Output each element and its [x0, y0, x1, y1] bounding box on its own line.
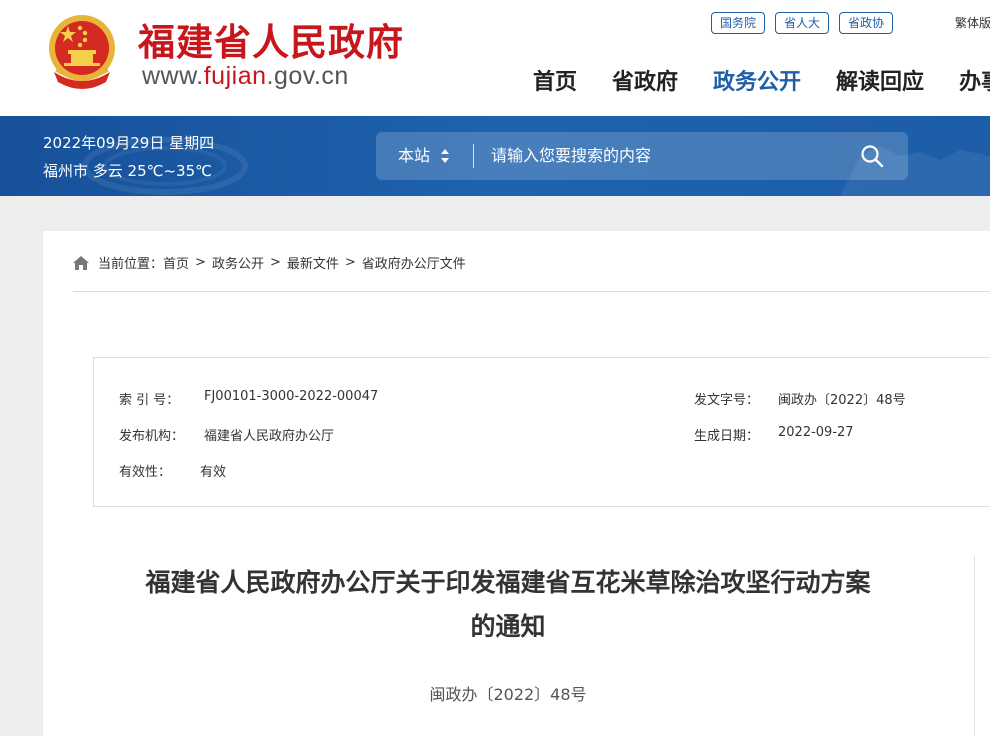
- document-info-card: 索 引 号： FJ00101-3000-2022-00047 发文字号： 闽政办…: [93, 357, 990, 507]
- index-number-value: FJ00101-3000-2022-00047: [204, 389, 379, 404]
- content-divider: [974, 556, 975, 736]
- issuer-value: 福建省人民政府办公厅: [204, 429, 335, 444]
- document-number-label: 发文字号：: [694, 393, 760, 408]
- index-number-label: 索 引 号：: [119, 393, 180, 408]
- breadcrumb-item-home[interactable]: 首页: [163, 253, 189, 272]
- breadcrumb-separator: >: [195, 255, 206, 270]
- top-link-cppcc[interactable]: 省政协: [839, 12, 894, 34]
- nav-interpretation[interactable]: 解读回应: [836, 64, 924, 96]
- document-number: 闽政办〔2022〕48号: [429, 685, 587, 704]
- url-suffix: .gov.cn: [266, 62, 349, 90]
- search-input[interactable]: 请输入您要搜索的内容: [491, 132, 851, 180]
- validity-value: 有效: [200, 465, 227, 480]
- national-emblem-icon[interactable]: [44, 12, 120, 92]
- search-scope-select[interactable]: 本站: [398, 132, 430, 180]
- home-icon: [73, 255, 89, 270]
- top-link-provincial-congress[interactable]: 省人大: [775, 12, 830, 34]
- search-icon[interactable]: [860, 144, 884, 168]
- top-link-state-council[interactable]: 国务院: [711, 12, 766, 34]
- validity-label: 有效性：: [119, 465, 172, 480]
- nav-home[interactable]: 首页: [533, 64, 577, 96]
- created-date-value: 2022-09-27: [778, 425, 854, 440]
- sort-arrows-icon[interactable]: [440, 148, 450, 164]
- top-links: 国务院 省人大 省政协: [711, 12, 894, 34]
- nav-government-affairs[interactable]: 政务公开: [713, 64, 801, 96]
- breadcrumb-divider: [73, 291, 990, 292]
- nav-services[interactable]: 办事服务: [959, 64, 990, 96]
- weather-info: 福州市 多云 25℃~35℃: [43, 162, 212, 180]
- current-date: 2022年09月29日 星期四: [43, 134, 215, 152]
- traditional-chinese-link[interactable]: 繁体版: [955, 14, 990, 31]
- breadcrumb-separator: >: [269, 255, 281, 270]
- breadcrumb-item-office-documents[interactable]: 省政府办公厅文件: [362, 253, 466, 272]
- site-header: 福建省人民政府 www.fujian.gov.cn 国务院 省人大 省政协 繁体…: [0, 0, 990, 116]
- breadcrumb-prefix: 当前位置：: [98, 257, 164, 272]
- document-title-line-1: 福建省人民政府办公厅关于印发福建省互花米草除治攻坚行动方案: [145, 568, 871, 597]
- breadcrumb-item-government-affairs[interactable]: 政务公开: [212, 253, 264, 272]
- document-number-value: 闽政办〔2022〕48号: [778, 393, 906, 408]
- breadcrumb-separator: >: [344, 255, 356, 270]
- site-url[interactable]: www.fujian.gov.cn: [142, 62, 349, 91]
- document-title-line-2: 的通知: [470, 612, 546, 641]
- site-name[interactable]: 福建省人民政府: [138, 12, 404, 66]
- breadcrumb: 当前位置： 首页 > 政务公开 > 最新文件 > 省政府办公厅文件: [72, 253, 466, 272]
- issuer-label: 发布机构：: [119, 429, 185, 444]
- url-prefix: www.: [142, 62, 204, 90]
- nav-provincial-government[interactable]: 省政府: [612, 64, 678, 96]
- search-box: 本站 请输入您要搜索的内容: [376, 132, 908, 180]
- banner: 2022年09月29日 星期四 福州市 多云 25℃~35℃ 本站 请输入您要搜…: [0, 116, 990, 196]
- url-highlight: fujian: [203, 62, 267, 90]
- search-divider: [473, 144, 474, 168]
- main-nav: 首页 省政府 政务公开 解读回应 办事服务: [533, 64, 990, 96]
- document-title: 福建省人民政府办公厅关于印发福建省互花米草除治攻坚行动方案 的通知: [63, 561, 953, 649]
- breadcrumb-item-latest-documents[interactable]: 最新文件: [287, 253, 339, 272]
- created-date-label: 生成日期：: [694, 429, 760, 444]
- content-panel: 当前位置： 首页 > 政务公开 > 最新文件 > 省政府办公厅文件 索 引 号：…: [43, 231, 990, 736]
